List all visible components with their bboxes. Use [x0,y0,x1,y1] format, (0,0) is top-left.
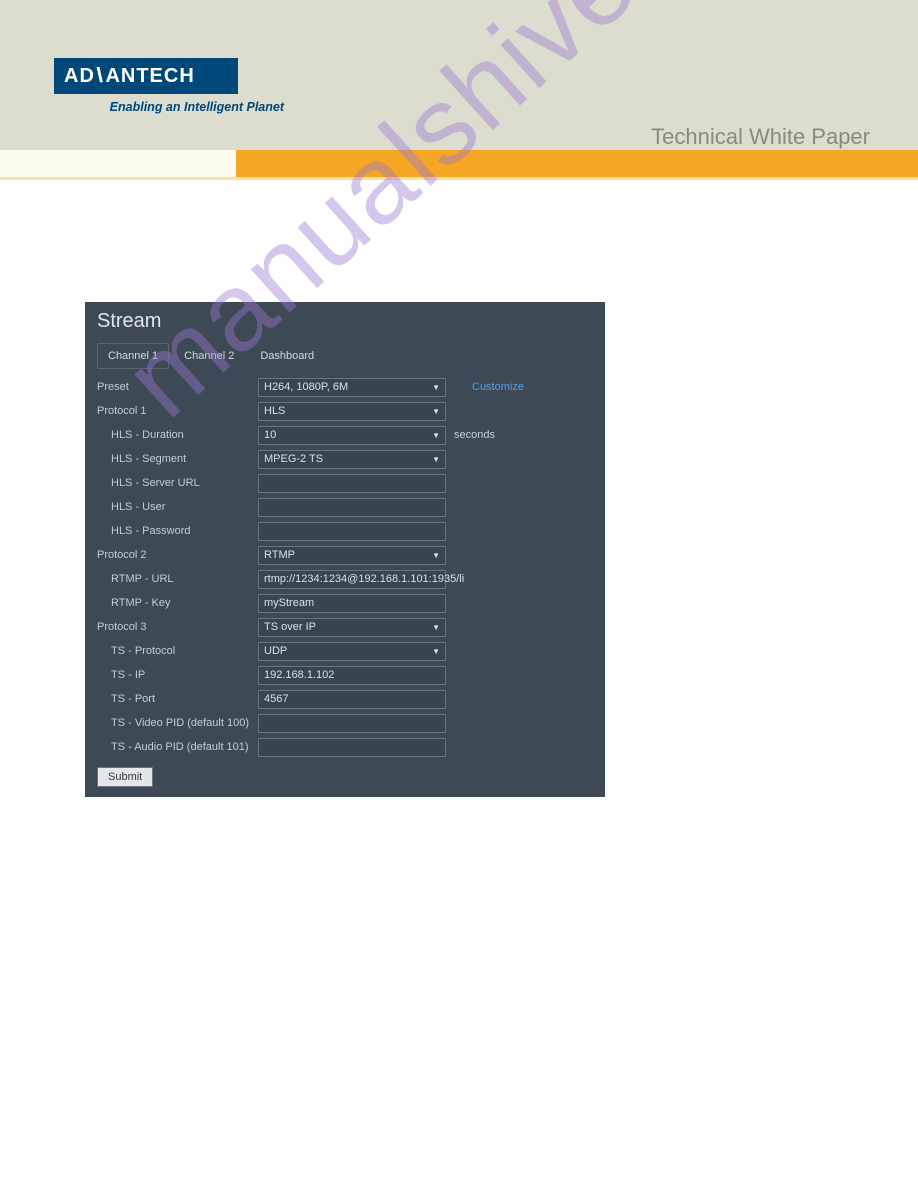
ts-ip-value: 192.168.1.102 [264,669,334,681]
row-hls-duration: HLS - Duration 10 ▼ seconds [97,423,593,447]
tab-channel-1[interactable]: Channel 1 [97,343,169,369]
chevron-down-icon: ▼ [432,647,440,656]
hls-server-input[interactable] [258,474,446,493]
hls-duration-label: HLS - Duration [97,429,252,441]
hls-segment-label: HLS - Segment [97,453,252,465]
row-hls-segment: HLS - Segment MPEG-2 TS ▼ [97,447,593,471]
hls-user-input[interactable] [258,498,446,517]
hls-segment-select[interactable]: MPEG-2 TS ▼ [258,450,446,469]
protocol2-value: RTMP [264,549,295,561]
rtmp-url-input[interactable]: rtmp://1234:1234@192.168.1.101:1935/li [258,570,446,589]
tab-dashboard[interactable]: Dashboard [249,343,325,369]
hls-password-label: HLS - Password [97,525,252,537]
row-hls-password: HLS - Password [97,519,593,543]
chevron-down-icon: ▼ [432,407,440,416]
row-ts-port: TS - Port 4567 [97,687,593,711]
accent-bar-left [0,150,236,177]
stream-form: Preset H264, 1080P, 6M ▼ Customize Proto… [85,375,605,759]
preset-label: Preset [97,381,252,393]
row-ts-video-pid: TS - Video PID (default 100) [97,711,593,735]
chevron-down-icon: ▼ [432,383,440,392]
ts-ip-label: TS - IP [97,669,252,681]
accent-bar [0,150,918,177]
ts-audio-label: TS - Audio PID (default 101) [97,741,252,753]
protocol1-select[interactable]: HLS ▼ [258,402,446,421]
tab-channel-2[interactable]: Channel 2 [173,343,245,369]
hls-duration-unit: seconds [454,429,495,441]
ts-protocol-select[interactable]: UDP ▼ [258,642,446,661]
hls-duration-value: 10 [264,429,276,441]
chevron-down-icon: ▼ [432,455,440,464]
ts-audio-input[interactable] [258,738,446,757]
rtmp-key-label: RTMP - Key [97,597,252,609]
row-hls-server: HLS - Server URL [97,471,593,495]
logo-badge: AD\ANTECH [54,58,238,94]
panel-title: Stream [85,302,605,339]
row-ts-audio-pid: TS - Audio PID (default 101) [97,735,593,759]
row-rtmp-key: RTMP - Key myStream [97,591,593,615]
logo-tagline: Enabling an Intelligent Planet [54,100,284,114]
rtmp-url-label: RTMP - URL [97,573,252,585]
protocol3-select[interactable]: TS over IP ▼ [258,618,446,637]
row-protocol3: Protocol 3 TS over IP ▼ [97,615,593,639]
stream-panel: Stream Channel 1 Channel 2 Dashboard Pre… [85,302,605,797]
protocol2-select[interactable]: RTMP ▼ [258,546,446,565]
protocol1-label: Protocol 1 [97,405,252,417]
ts-protocol-value: UDP [264,645,287,657]
preset-value: H264, 1080P, 6M [264,381,348,393]
logo: AD\ANTECH Enabling an Intelligent Planet [54,58,284,114]
hls-password-input[interactable] [258,522,446,541]
hls-user-label: HLS - User [97,501,252,513]
hls-duration-select[interactable]: 10 ▼ [258,426,446,445]
header-title: Technical White Paper [651,124,870,150]
rtmp-key-input[interactable]: myStream [258,594,446,613]
protocol1-value: HLS [264,405,285,417]
preset-select[interactable]: H264, 1080P, 6M ▼ [258,378,446,397]
row-hls-user: HLS - User [97,495,593,519]
chevron-down-icon: ▼ [432,431,440,440]
hls-server-label: HLS - Server URL [97,477,252,489]
protocol3-value: TS over IP [264,621,316,633]
ts-protocol-label: TS - Protocol [97,645,252,657]
row-preset: Preset H264, 1080P, 6M ▼ Customize [97,375,593,399]
row-ts-ip: TS - IP 192.168.1.102 [97,663,593,687]
ts-video-label: TS - Video PID (default 100) [97,717,252,729]
rtmp-key-value: myStream [264,597,314,609]
document-header: AD\ANTECH Enabling an Intelligent Planet… [0,0,918,150]
ts-video-input[interactable] [258,714,446,733]
protocol3-label: Protocol 3 [97,621,252,633]
row-protocol2: Protocol 2 RTMP ▼ [97,543,593,567]
rtmp-url-value: rtmp://1234:1234@192.168.1.101:1935/li [264,573,464,585]
chevron-down-icon: ▼ [432,551,440,560]
ts-port-value: 4567 [264,693,288,705]
protocol2-label: Protocol 2 [97,549,252,561]
chevron-down-icon: ▼ [432,623,440,632]
ts-port-input[interactable]: 4567 [258,690,446,709]
submit-button[interactable]: Submit [97,767,153,787]
ts-ip-input[interactable]: 192.168.1.102 [258,666,446,685]
ts-port-label: TS - Port [97,693,252,705]
submit-row: Submit [85,759,605,787]
tab-bar: Channel 1 Channel 2 Dashboard [85,339,605,375]
customize-link[interactable]: Customize [472,381,524,393]
row-rtmp-url: RTMP - URL rtmp://1234:1234@192.168.1.10… [97,567,593,591]
row-protocol1: Protocol 1 HLS ▼ [97,399,593,423]
hls-segment-value: MPEG-2 TS [264,453,323,465]
logo-text: AD\ANTECH [64,65,195,88]
row-ts-protocol: TS - Protocol UDP ▼ [97,639,593,663]
